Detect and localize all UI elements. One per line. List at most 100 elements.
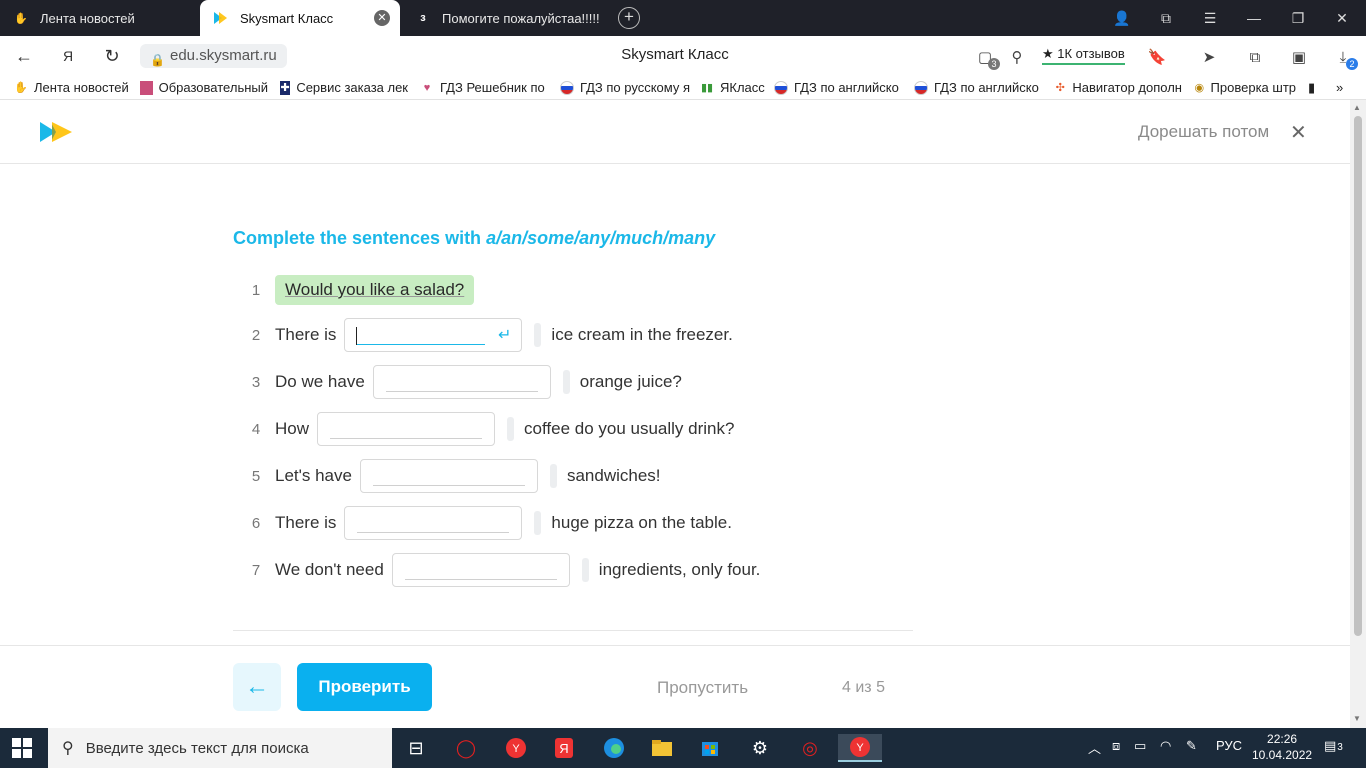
browser-tab-bar: ✋ Лента новостей Skysmart Класс ✕ з Помо… <box>0 0 1366 36</box>
bookmark-item[interactable]: ГДЗ по английско <box>774 80 902 95</box>
yandex-browser-icon[interactable]: Y <box>498 734 534 762</box>
tray-device-icon[interactable]: ⧈ <box>1112 738 1120 754</box>
reviews-link[interactable]: ★ 1К отзывов <box>1042 46 1125 65</box>
tab-news[interactable]: ✋ Лента новостей <box>0 0 200 36</box>
task-title: Complete the sentences with a/an/some/an… <box>233 228 715 249</box>
check-button[interactable]: Проверить <box>297 663 432 711</box>
task-footer: ← Проверить Пропустить 4 из 5 <box>0 645 1350 728</box>
screenshot-icon[interactable]: ▣ <box>1288 46 1310 68</box>
row-number: 7 <box>251 561 261 579</box>
sentence-before: Do we have <box>275 372 365 391</box>
pen-icon[interactable]: ✎ <box>1186 738 1197 754</box>
bookmark-item[interactable]: ♥ ГДЗ Решебник по <box>420 80 548 95</box>
close-icon[interactable]: ✕ <box>1290 120 1307 145</box>
enter-icon[interactable]: ↵ <box>498 325 511 345</box>
yandex-app-icon[interactable]: Я <box>546 734 582 762</box>
answer-input-2[interactable]: ↵ <box>344 318 523 352</box>
hand-icon: ✋ <box>14 12 28 25</box>
tab-skysmart[interactable]: Skysmart Класс ✕ <box>200 0 400 36</box>
exercise-row-1: 1 Would you like a salad? <box>233 273 475 307</box>
tabs-count-badge: 3 <box>988 58 1000 70</box>
answer-input-4[interactable] <box>317 412 496 446</box>
tab-help[interactable]: з Помогите пожалуйстаа!!!!! <box>402 0 602 36</box>
task-view-icon[interactable]: ⊟ <box>398 734 434 762</box>
answer-input-7[interactable] <box>391 553 570 587</box>
tray-chevron-up-icon[interactable]: ︿ <box>1088 738 1101 757</box>
bookmark-item[interactable]: ГДЗ по английско <box>914 80 1042 95</box>
bookmark-icon[interactable]: 🔖 <box>1146 46 1168 68</box>
clock-date: 10.04.2022 <box>1252 748 1313 762</box>
close-tab-icon[interactable]: ✕ <box>374 10 390 26</box>
back-nav-icon[interactable]: ← <box>12 44 36 68</box>
edge-icon[interactable] <box>596 734 632 762</box>
heart-icon: ♥ <box>423 81 431 94</box>
page-scrollbar[interactable]: ▲ ▼ <box>1350 100 1366 728</box>
sentence-after: coffee do you usually drink? <box>524 419 735 438</box>
bookmark-label: Образовательный <box>158 80 268 95</box>
answer-input-5[interactable] <box>359 459 538 493</box>
wifi-icon[interactable]: ◠ <box>1160 738 1171 754</box>
sentence-after: ice cream in the freezer. <box>551 325 733 344</box>
store-icon[interactable] <box>692 734 728 762</box>
skip-button[interactable]: Пропустить <box>657 678 748 698</box>
bookmark-item[interactable]: ◉ Проверка штр <box>1194 80 1296 95</box>
site-header: Дорешать потом ✕ <box>0 100 1350 164</box>
lock-icon: 🔒 <box>150 53 165 67</box>
downloads-badge: 2 <box>1346 58 1358 70</box>
language-indicator[interactable]: РУС <box>1216 738 1242 753</box>
file-explorer-icon[interactable] <box>644 734 680 762</box>
more-bookmarks-icon[interactable]: » <box>1336 80 1343 95</box>
profile-icon[interactable]: 👤 <box>1100 0 1144 36</box>
sentence-before: We don't need <box>275 560 384 579</box>
reload-icon[interactable]: ↻ <box>100 44 124 68</box>
yandex-browser-active-icon[interactable]: Y <box>838 734 882 762</box>
taskbar-search[interactable]: ⚲ Введите здесь текст для поиска <box>48 728 392 768</box>
tab-label: Помогите пожалуйстаа!!!!! <box>442 10 600 26</box>
bookmarks-folder-icon[interactable]: ▮ <box>1308 80 1315 96</box>
url-field[interactable]: 🔒 edu.skysmart.ru <box>140 44 287 68</box>
bookmark-label: Сервис заказа лек <box>296 80 408 95</box>
task-title-emphasis: a/an/some/any/much/many <box>486 228 716 248</box>
opera-gx-icon[interactable]: ◎ <box>792 734 828 762</box>
solve-later-button[interactable]: Дорешать потом <box>1138 122 1269 142</box>
restore-icon[interactable]: ❐ <box>1276 0 1320 36</box>
bookmark-item[interactable]: ✣ Навигатор дополн <box>1054 80 1182 95</box>
menu-icon[interactable]: ☰ <box>1188 0 1232 36</box>
send-icon[interactable]: ➤ <box>1198 46 1220 68</box>
close-window-icon[interactable]: ✕ <box>1320 0 1364 36</box>
location-icon[interactable]: ⚲ <box>1006 46 1028 68</box>
scrollbar-thumb[interactable] <box>1354 116 1362 636</box>
new-tab-button[interactable]: + <box>618 7 640 29</box>
settings-gear-icon[interactable]: ⚙ <box>742 734 778 762</box>
sentence-before: How <box>275 419 310 438</box>
russia-flag-icon <box>774 80 788 95</box>
scroll-down-icon[interactable]: ▼ <box>1353 714 1361 723</box>
bookmark-item[interactable]: ✚ Сервис заказа лек <box>280 80 408 95</box>
windows-start-icon[interactable] <box>12 738 32 758</box>
input-underline <box>372 485 525 486</box>
bookmark-item[interactable]: ▮▮ ЯКласс <box>700 80 766 95</box>
collections-icon[interactable]: ⧉ <box>1144 0 1188 36</box>
answer-input-3[interactable] <box>372 365 551 399</box>
tabs-count-icon[interactable]: ▢ 3 <box>974 46 1000 70</box>
yandex-icon[interactable]: Я <box>56 44 80 68</box>
minimize-icon[interactable]: — <box>1232 0 1276 36</box>
bookmark-item[interactable]: ГДЗ по русскому я <box>560 80 690 95</box>
sentence-before: Let's have <box>275 466 352 485</box>
opera-icon[interactable]: ◯ <box>448 734 484 762</box>
system-clock[interactable]: 22:26 10.04.2022 <box>1252 731 1312 763</box>
scroll-up-icon[interactable]: ▲ <box>1353 103 1361 112</box>
bookmark-item[interactable]: ✋ Лента новостей <box>14 80 132 95</box>
answered-sentence: Would you like a salad? <box>275 275 475 305</box>
previous-button[interactable]: ← <box>233 663 281 711</box>
answer-input-6[interactable] <box>344 506 523 540</box>
bookmark-item[interactable]: Образовательный <box>140 80 268 95</box>
search-icon: ⚲ <box>62 740 74 757</box>
notifications-icon[interactable]: ▤3 <box>1324 738 1343 754</box>
exercise-row-4: 4 How coffee do you usually drink? <box>233 412 734 446</box>
skysmart-logo-icon[interactable] <box>40 120 76 144</box>
exercise-row-7: 7 We don't need ingredients, only four. <box>233 553 760 587</box>
downloads-icon[interactable]: ⤓ 2 <box>1332 46 1358 70</box>
battery-icon[interactable]: ▭ <box>1134 738 1146 754</box>
extensions-icon[interactable]: ⧉ <box>1244 46 1266 68</box>
